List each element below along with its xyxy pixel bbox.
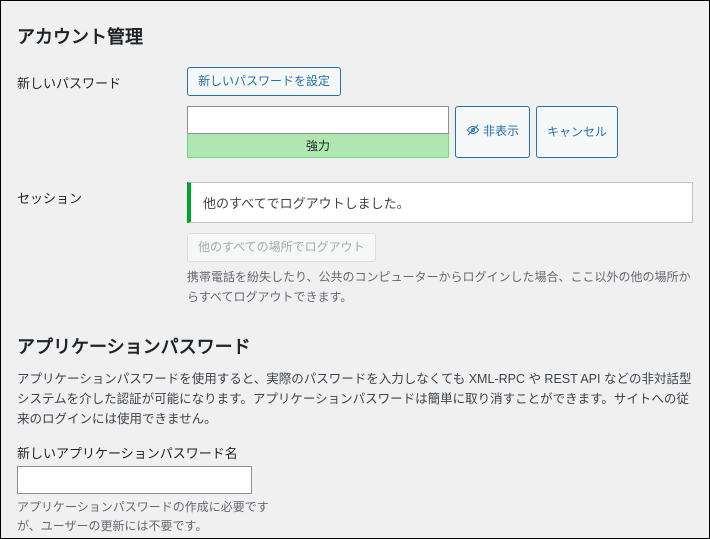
application-passwords-description: アプリケーションパスワードを使用すると、実際のパスワードを入力しなくても XML… xyxy=(17,369,693,429)
eye-off-icon xyxy=(466,123,480,142)
hide-password-button[interactable]: 非表示 xyxy=(455,106,530,158)
app-password-name-label: 新しいアプリケーションパスワード名 xyxy=(17,443,693,462)
logout-everywhere-button: 他のすべての場所でログアウト xyxy=(187,233,376,262)
app-password-name-input[interactable] xyxy=(17,466,252,494)
password-strength-meter: 強力 xyxy=(187,133,449,158)
app-password-name-description: アプリケーションパスワードの作成に必要ですが、ユーザーの更新には不要です。 xyxy=(17,498,277,536)
new-password-label: 新しいパスワード xyxy=(17,67,187,92)
session-row: セッション 他のすべてでログアウトしました。 他のすべての場所でログアウト 携帯… xyxy=(17,182,693,307)
new-password-input[interactable] xyxy=(187,106,449,134)
session-label: セッション xyxy=(17,182,187,207)
application-passwords-heading: アプリケーションパスワード xyxy=(17,333,693,359)
set-new-password-button[interactable]: 新しいパスワードを設定 xyxy=(187,67,341,96)
account-management-heading: アカウント管理 xyxy=(17,23,693,49)
new-password-row: 新しいパスワード 新しいパスワードを設定 強力 xyxy=(17,67,693,158)
cancel-password-button[interactable]: キャンセル xyxy=(536,106,618,158)
session-description: 携帯電話を紛失したり、公共のコンピューターからログインした場合、ここ以外の他の場… xyxy=(187,268,693,306)
hide-password-label: 非表示 xyxy=(483,124,519,138)
session-logout-notice: 他のすべてでログアウトしました。 xyxy=(187,182,693,223)
